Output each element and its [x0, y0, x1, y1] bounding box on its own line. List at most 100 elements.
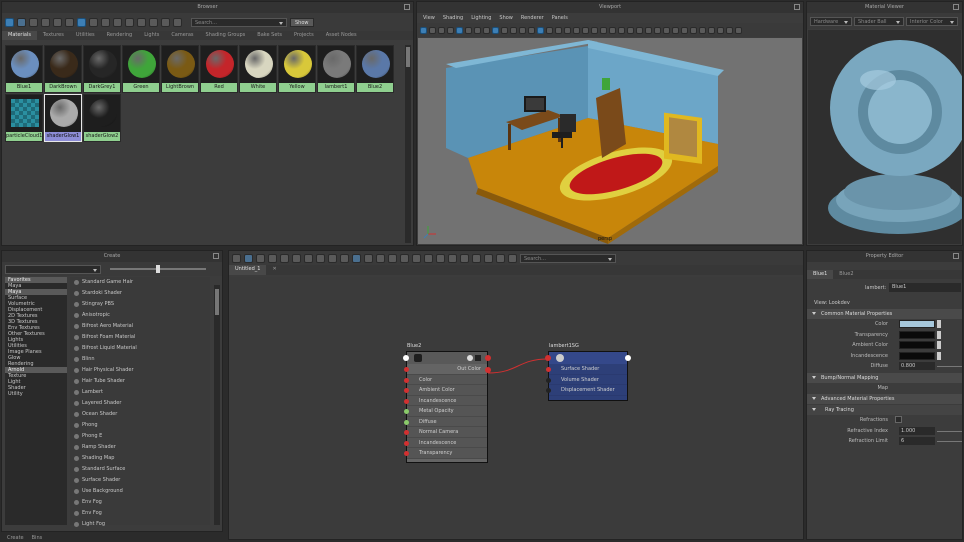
ae-slider[interactable] [937, 430, 962, 432]
node-editor-tool-icon[interactable] [400, 253, 409, 263]
browser-tool-14[interactable] [161, 17, 170, 27]
material-swatch[interactable]: shaderGlow2 [83, 94, 121, 142]
browser-tool-1[interactable] [5, 17, 14, 27]
node-editor-search[interactable]: Search... [520, 253, 616, 263]
node-lambert1sg-in-port[interactable] [545, 355, 551, 361]
create-node-item[interactable]: Stingray PBS [70, 299, 210, 310]
color-swatch[interactable] [899, 341, 935, 349]
create-node-item[interactable]: Shading Map [70, 453, 210, 464]
viewport-tool-icon[interactable] [618, 26, 625, 34]
create-node-item[interactable]: Hair Physical Shader [70, 365, 210, 376]
viewport-tool-icon[interactable] [654, 26, 661, 34]
node-attribute[interactable]: Transparency [404, 448, 487, 459]
viewport-tool-icon[interactable] [717, 26, 724, 34]
viewport-tool-icon[interactable] [537, 26, 544, 34]
material-swatch[interactable]: LightBrown [161, 45, 199, 93]
create-node-item[interactable]: Env Fog [70, 497, 210, 508]
create-node-item[interactable]: Standard Game Hair [70, 277, 210, 288]
browser-tool-3[interactable] [29, 17, 38, 27]
browser-tab[interactable]: Shading Groups [200, 31, 252, 40]
viewport-tool-icon[interactable] [528, 26, 535, 34]
ae-slider[interactable] [937, 341, 941, 349]
shading-group-attribute[interactable]: Displacement Shader [546, 385, 627, 396]
node-editor-tool-icon[interactable] [316, 253, 325, 263]
browser-tool-13[interactable] [149, 17, 158, 27]
shading-group-attribute[interactable]: Surface Shader [546, 364, 627, 375]
create-search-field[interactable] [5, 264, 101, 274]
browser-tab[interactable]: Lights [138, 31, 165, 40]
section-common-material[interactable]: Common Material Properties [807, 309, 962, 319]
viewport-tool-icon[interactable] [573, 26, 580, 34]
node-editor-tool-icon[interactable] [352, 253, 361, 263]
viewport-tool-icon[interactable] [699, 26, 706, 34]
browser-tool-8[interactable] [89, 17, 98, 27]
viewport-tool-icon[interactable] [609, 26, 616, 34]
browser-tool-5[interactable] [53, 17, 62, 27]
node-attribute[interactable]: Metal Opacity [404, 406, 487, 417]
node-attribute[interactable]: Color [404, 375, 487, 385]
node-lambert1sg[interactable]: lambert1SG Surface Shader Volume Shader Di… [545, 343, 631, 401]
ae-numeric-field[interactable]: 6 [899, 437, 935, 445]
create-category-item[interactable]: Utility [5, 391, 67, 397]
viewport-menu-item[interactable]: Shading [443, 13, 463, 23]
shading-group-attribute[interactable]: Volume Shader [546, 375, 627, 385]
ae-checkbox[interactable] [895, 416, 902, 423]
viewport-tool-icon[interactable] [420, 26, 427, 34]
create-node-item[interactable]: Bifrost Foam Material [70, 332, 210, 343]
shape-dropdown[interactable]: Shader Ball [854, 16, 904, 26]
viewport-tool-icon[interactable] [600, 26, 607, 34]
viewport-tool-icon[interactable] [735, 26, 742, 34]
create-node-item[interactable]: Env Fog [70, 508, 210, 519]
viewport-tool-icon[interactable] [591, 26, 598, 34]
browser-tab[interactable]: Cameras [165, 31, 199, 40]
browser-tool-4[interactable] [41, 17, 50, 27]
out-color-attr[interactable]: Out Color [404, 364, 491, 375]
create-node-item[interactable]: Lambert [70, 387, 210, 398]
create-node-item[interactable]: Layered Shader [70, 398, 210, 409]
viewport-canvas[interactable]: persp [418, 38, 802, 244]
graph-tab-close[interactable]: ✕ [266, 265, 282, 275]
node-editor-tool-icon[interactable] [328, 253, 337, 263]
ae-numeric-field[interactable]: 1.000 [899, 426, 935, 435]
node-editor-tool-icon[interactable] [232, 253, 241, 263]
node-blue2[interactable]: Blue2 Out Color Color Ambient Color Incand… [403, 343, 491, 463]
viewport-tool-icon[interactable] [726, 26, 733, 34]
ae-slider[interactable] [937, 351, 941, 360]
create-size-slider[interactable] [110, 265, 206, 273]
section-advanced-material[interactable]: Advanced Material Properties [807, 394, 962, 404]
node-editor-tool-icon[interactable] [364, 253, 373, 263]
node-attribute[interactable]: Incandescence [404, 438, 487, 448]
node-editor-tool-icon[interactable] [388, 253, 397, 263]
ae-tab[interactable]: Blue2 [833, 270, 859, 279]
viewport-tool-icon[interactable] [456, 26, 463, 34]
node-editor-tool-icon[interactable] [376, 253, 385, 263]
viewport-tool-icon[interactable] [582, 26, 589, 34]
viewport-tool-icon[interactable] [492, 26, 499, 34]
browser-tool-12[interactable] [137, 17, 146, 27]
section-bump-mapping[interactable]: Bump/Normal Mapping [807, 372, 962, 383]
node-attribute[interactable]: Normal Camera [404, 427, 487, 438]
browser-tab[interactable]: Utilities [70, 31, 101, 40]
browser-tool-2[interactable] [17, 17, 26, 27]
node-editor-tool-icon[interactable] [448, 253, 457, 263]
material-swatch[interactable]: Blue1 [5, 45, 43, 93]
create-node-item[interactable]: Standard Surface [70, 464, 210, 475]
create-node-item[interactable]: Bifrost Liquid Material [70, 343, 210, 354]
node-editor-tool-icon[interactable] [460, 253, 469, 263]
browser-scrollbar[interactable] [405, 45, 411, 243]
material-swatch[interactable]: particleCloud1 [5, 94, 43, 142]
viewport-tool-icon[interactable] [438, 26, 445, 34]
viewport-tool-icon[interactable] [546, 26, 553, 34]
viewport-menu-item[interactable]: Lighting [471, 13, 491, 23]
node-editor-tool-icon[interactable] [496, 253, 505, 263]
viewport-tool-icon[interactable] [474, 26, 481, 34]
create-node-item[interactable]: Blinn [70, 354, 210, 365]
node-editor-tool-icon[interactable] [508, 253, 517, 263]
node-editor-tool-icon[interactable] [256, 253, 265, 263]
create-scrollbar[interactable] [214, 285, 220, 525]
viewport-tool-icon[interactable] [681, 26, 688, 34]
color-swatch[interactable] [899, 330, 935, 339]
viewport-tool-icon[interactable] [645, 26, 652, 34]
ae-slider[interactable] [937, 330, 941, 339]
viewport-tool-icon[interactable] [519, 26, 526, 34]
